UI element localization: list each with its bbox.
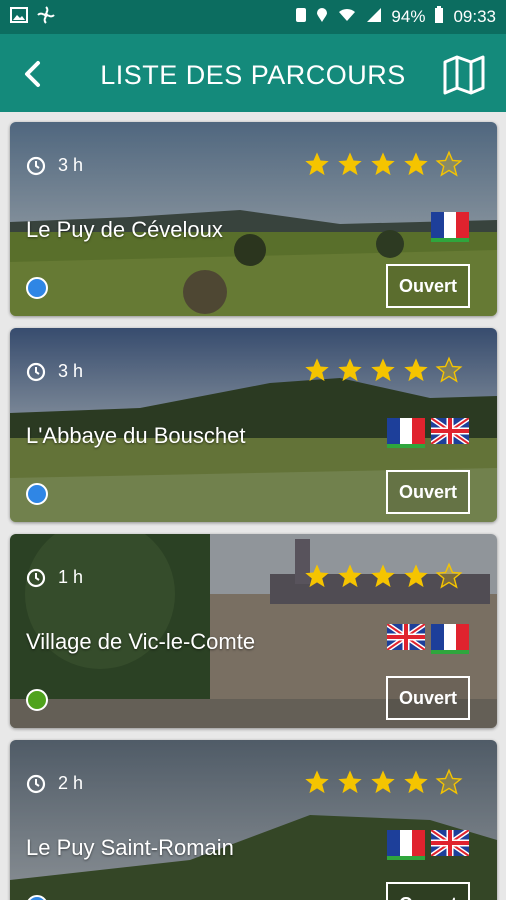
route-duration: 2 h bbox=[58, 773, 84, 793]
star-icon bbox=[371, 358, 395, 382]
french-flag-icon[interactable] bbox=[387, 418, 425, 448]
french-flag-icon[interactable] bbox=[431, 624, 469, 654]
language-flags bbox=[431, 212, 469, 242]
rating-stars bbox=[303, 150, 463, 178]
battery-icon bbox=[434, 5, 444, 29]
star-icon bbox=[338, 564, 362, 588]
status-dot bbox=[26, 483, 48, 505]
star-icon bbox=[404, 152, 428, 176]
star-icon bbox=[305, 564, 329, 588]
open-button[interactable]: Ouvert bbox=[386, 470, 470, 514]
status-dot bbox=[26, 689, 48, 711]
clock-icon bbox=[26, 362, 46, 381]
route-title: L'Abbaye du Bouschet bbox=[26, 423, 246, 448]
star-icon bbox=[371, 564, 395, 588]
fan-icon bbox=[37, 5, 55, 29]
rating-stars bbox=[303, 562, 463, 590]
image-icon bbox=[10, 6, 28, 28]
open-button[interactable]: Ouvert bbox=[386, 264, 470, 308]
map-icon[interactable] bbox=[442, 55, 486, 95]
route-duration: 3 h bbox=[58, 361, 84, 381]
clock-icon bbox=[26, 774, 46, 793]
route-card[interactable]: 1 h Village de Vic-le-Comte Ouvert bbox=[10, 534, 497, 728]
status-dot bbox=[26, 277, 48, 299]
open-button[interactable]: Ouvert bbox=[386, 676, 470, 720]
star-icon bbox=[404, 358, 428, 382]
star-icon bbox=[338, 152, 362, 176]
route-duration: 1 h bbox=[58, 567, 84, 587]
battery-level: 94% bbox=[391, 7, 426, 26]
rating-stars bbox=[303, 356, 463, 384]
star-icon bbox=[371, 152, 395, 176]
route-title: Le Puy Saint-Romain bbox=[26, 835, 234, 860]
star-icon bbox=[305, 358, 329, 382]
star-icon bbox=[338, 358, 362, 382]
app-bar: LISTE DES PARCOURS bbox=[0, 34, 506, 112]
star-icon bbox=[305, 770, 329, 794]
route-title: Le Puy de Céveloux bbox=[26, 217, 223, 242]
language-flags bbox=[387, 624, 469, 654]
star-icon bbox=[338, 770, 362, 794]
french-flag-icon[interactable] bbox=[387, 830, 425, 860]
signal-icon bbox=[366, 7, 382, 28]
star-icon bbox=[371, 770, 395, 794]
rating-stars bbox=[303, 768, 463, 796]
location-icon bbox=[316, 7, 328, 28]
uk-flag-icon[interactable] bbox=[387, 624, 425, 650]
status-bar: 94% 09:33 bbox=[0, 0, 506, 34]
star-outline-icon bbox=[435, 562, 463, 589]
star-icon bbox=[404, 770, 428, 794]
star-outline-icon bbox=[435, 768, 463, 795]
open-button[interactable]: Ouvert bbox=[386, 882, 470, 900]
uk-flag-icon[interactable] bbox=[431, 418, 469, 444]
star-outline-icon bbox=[435, 150, 463, 177]
clock-icon bbox=[26, 568, 46, 587]
french-flag-icon[interactable] bbox=[431, 212, 469, 242]
star-icon bbox=[305, 152, 329, 176]
route-card[interactable]: 3 h Le Puy de Céveloux Ouvert bbox=[10, 122, 497, 316]
nfc-icon bbox=[295, 7, 307, 28]
route-list: 3 h Le Puy de Céveloux Ouvert 3 h L'Abba… bbox=[0, 112, 506, 900]
route-title: Village de Vic-le-Comte bbox=[26, 629, 256, 654]
language-flags bbox=[387, 418, 469, 448]
language-flags bbox=[387, 830, 469, 860]
clock-time: 09:33 bbox=[453, 7, 496, 26]
uk-flag-icon[interactable] bbox=[431, 830, 469, 856]
star-outline-icon bbox=[435, 356, 463, 383]
route-duration: 3 h bbox=[58, 155, 84, 175]
page-title: LISTE DES PARCOURS bbox=[100, 60, 406, 90]
star-icon bbox=[404, 564, 428, 588]
route-card[interactable]: 3 h L'Abbaye du Bouschet Ouvert bbox=[10, 328, 497, 522]
wifi-icon bbox=[337, 7, 357, 28]
clock-icon bbox=[26, 156, 46, 175]
route-card[interactable]: 2 h Le Puy Saint-Romain Ouvert bbox=[10, 740, 497, 900]
